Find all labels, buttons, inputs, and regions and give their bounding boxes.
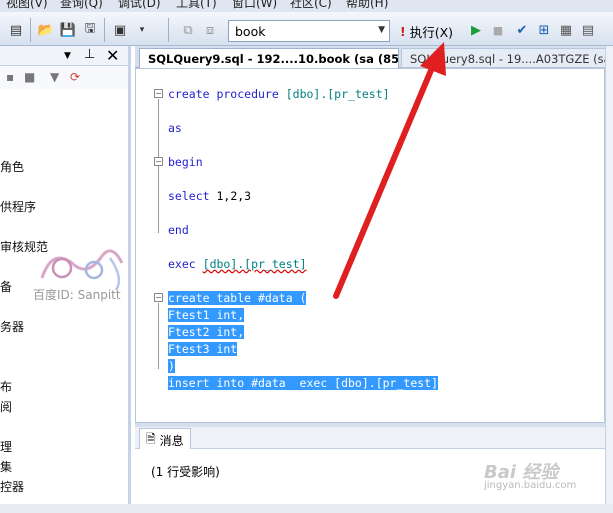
tree-item[interactable]: 务器 xyxy=(0,318,24,335)
collapse-icon[interactable]: − xyxy=(154,89,163,98)
collapse-icon[interactable]: − xyxy=(154,157,163,166)
open-file-icon[interactable]: 📂 xyxy=(36,20,56,40)
object-explorer-header: ▼ ⊥ ✕ xyxy=(0,46,128,66)
document-tab-strip: SQLQuery9.sql - 192....10.book (sa (85))… xyxy=(135,46,613,68)
stop-icon[interactable]: ■ xyxy=(24,70,35,84)
debug-play-icon[interactable]: ▶ xyxy=(466,20,486,40)
results-to-grid-icon[interactable]: ▤ xyxy=(578,20,598,40)
collapse-icon[interactable]: − xyxy=(154,293,163,302)
baidu-watermark-url: jingyan.baidu.com xyxy=(484,480,577,491)
chevron-down-icon[interactable]: ▼ xyxy=(64,51,71,61)
code-line: exec [dbo].[pr_test] xyxy=(168,257,307,271)
code-line: select 1,2,3 xyxy=(168,189,251,203)
tab-messages[interactable]: 🗎 消息 xyxy=(139,428,191,449)
sql-keyword: create procedure xyxy=(168,87,279,101)
tree-item[interactable]: 阅 xyxy=(0,398,12,415)
rows-affected-message: (1 行受影响) xyxy=(151,465,220,479)
selected-code-line: ) xyxy=(168,359,175,373)
save-icon[interactable]: 💾 xyxy=(58,20,78,40)
selected-code-line: create table #data ( xyxy=(168,291,307,305)
outline-guide xyxy=(158,303,159,369)
estimated-plan-icon[interactable]: ⊞ xyxy=(534,20,554,40)
tab-messages-label: 消息 xyxy=(159,434,184,448)
selected-code-line: Ftest1 int, xyxy=(168,308,245,322)
vertical-scrollbar[interactable] xyxy=(605,46,613,504)
toolbar-separator xyxy=(30,18,31,42)
messages-icon: 🗎 xyxy=(146,432,156,446)
selected-code-line: insert into #data exec [dbo].[pr_test] xyxy=(168,376,439,390)
toolbar-overflow-icon[interactable]: ▾ xyxy=(132,20,152,40)
connect-icon[interactable]: ⧉ xyxy=(178,20,198,40)
chevron-down-icon: ▼ xyxy=(378,25,385,35)
code-line: as xyxy=(168,121,182,135)
selected-code-line: Ftest3 int xyxy=(168,342,238,356)
object-explorer-toolbar: ▪ ■ ▼ ⟳ xyxy=(0,67,128,89)
sql-keyword: exec xyxy=(168,257,196,271)
selected-code-line: Ftest2 int, xyxy=(168,325,245,339)
query-editor[interactable]: − − − create procedure [dbo].[pr_test] a… xyxy=(135,68,605,423)
menu-tools[interactable]: 工具(T) xyxy=(176,0,217,11)
sql-keyword: select xyxy=(168,189,210,203)
tree-item[interactable]: 角色 xyxy=(0,158,24,175)
menu-bar: 视图(V) 查询(Q) 调试(D) 工具(T) 窗口(W) 社区(C) 帮助(H… xyxy=(0,0,613,12)
menu-debug[interactable]: 调试(D) xyxy=(118,0,161,11)
menu-help[interactable]: 帮助(H) xyxy=(346,0,388,11)
procedure-name: [dbo].[pr_test] xyxy=(202,257,307,271)
menu-community[interactable]: 社区(C) xyxy=(290,0,332,11)
execute-icon: ! xyxy=(400,23,406,39)
filter-icon[interactable]: ▼ xyxy=(50,70,59,84)
activity-monitor-icon[interactable]: ▣ xyxy=(110,20,130,40)
menu-view[interactable]: 视图(V) xyxy=(6,0,48,11)
code-line: end xyxy=(168,223,189,237)
tree-item[interactable]: 布 xyxy=(0,378,12,395)
close-icon[interactable]: ✕ xyxy=(106,46,119,65)
tab-sqlquery9[interactable]: SQLQuery9.sql - 192....10.book (sa (85))… xyxy=(139,48,399,68)
disconnect-icon[interactable]: ▪ xyxy=(6,70,14,84)
window-bottom-edge xyxy=(0,504,613,513)
outline-guide xyxy=(158,99,159,233)
tree-item[interactable]: 供程序 xyxy=(0,198,36,215)
parse-check-icon[interactable]: ✔ xyxy=(512,20,532,40)
save-all-icon[interactable]: 🖫 xyxy=(80,20,100,40)
tree-item[interactable]: 备 xyxy=(0,278,12,295)
stop-icon[interactable]: ■ xyxy=(488,20,508,40)
pin-icon[interactable]: ⊥ xyxy=(84,47,95,62)
tree-item[interactable]: 理 xyxy=(0,438,12,455)
refresh-icon[interactable]: ⟳ xyxy=(70,70,80,84)
menu-window[interactable]: 窗口(W) xyxy=(232,0,277,11)
new-query-icon[interactable]: ▤ xyxy=(6,20,26,40)
tree-item[interactable]: 控器 xyxy=(0,478,24,495)
change-connection-icon[interactable]: ⧈ xyxy=(200,20,220,40)
database-select[interactable]: book ▼ xyxy=(228,20,390,42)
tab-sqlquery8[interactable]: SQLQuery8.sql - 19....A03TGZE (sa (... xyxy=(401,48,613,68)
menu-query[interactable]: 查询(Q) xyxy=(60,0,103,11)
watermark-text: 百度ID: Sanpitt xyxy=(33,288,121,302)
results-tab-strip: 🗎 消息 xyxy=(135,427,605,449)
toolbar-separator xyxy=(104,18,105,42)
tree-item[interactable]: 集 xyxy=(0,458,12,475)
select-values: 1,2,3 xyxy=(209,189,252,203)
code-line: begin xyxy=(168,155,203,169)
procedure-name: [dbo].[pr_test] xyxy=(285,87,390,101)
execute-button[interactable]: ! 执行(X) xyxy=(400,20,453,42)
query-options-icon[interactable]: ▦ xyxy=(556,20,576,40)
database-select-value: book xyxy=(235,24,266,39)
code-line: create procedure [dbo].[pr_test] xyxy=(168,87,390,101)
execute-label: 执行(X) xyxy=(409,24,454,40)
toolbar-separator xyxy=(168,18,169,42)
